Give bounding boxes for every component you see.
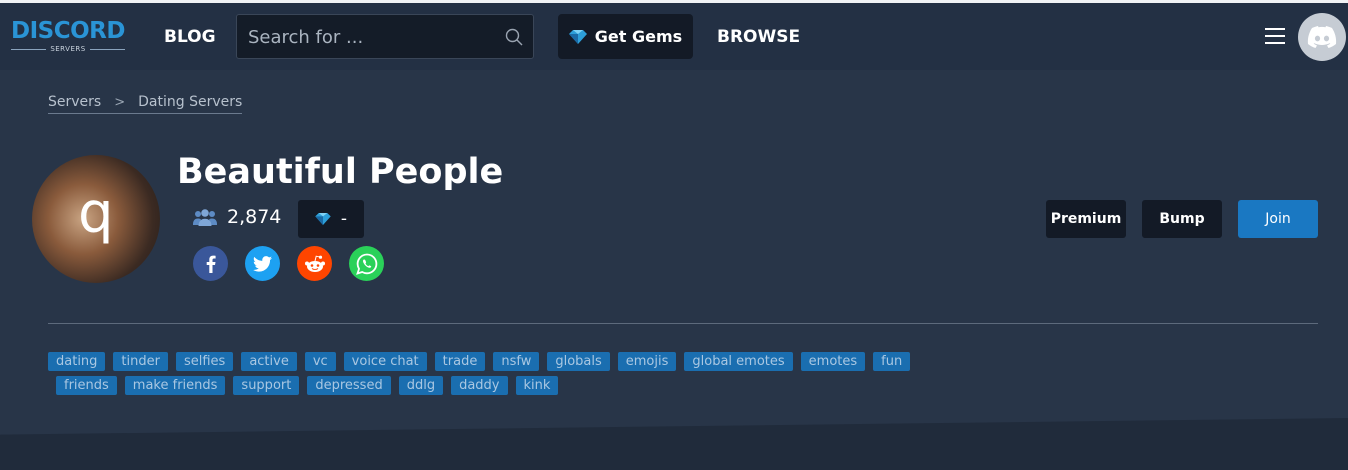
tag-chip[interactable]: vc [304,352,336,371]
tag-chip[interactable]: daddy [451,376,508,395]
share-buttons [193,246,384,281]
tag-chip[interactable]: tinder [113,352,168,371]
tag-chip[interactable]: ddlg [398,376,444,395]
whatsapp-icon [355,253,377,275]
tag-chip[interactable]: kink [515,376,559,395]
discord-icon [1307,25,1337,48]
logo-word: DISCORD [11,18,125,44]
tag-chip[interactable]: trade [434,352,486,371]
share-facebook-button[interactable] [193,246,228,281]
users-icon [193,208,217,226]
join-button[interactable]: Join [1238,200,1318,238]
menu-bar [1265,28,1285,30]
tag-chip[interactable]: support [233,376,300,395]
share-reddit-button[interactable] [297,246,332,281]
bump-button[interactable]: Bump [1142,200,1222,238]
breadcrumb: Servers > Dating Servers [48,94,243,114]
tag-chip[interactable]: emotes [800,352,866,371]
breadcrumb-dating-servers[interactable]: Dating Servers [138,94,242,110]
tag-chip[interactable]: fun [873,352,911,371]
tag-row: dating tinder selfies active vc voice chat tra… [48,352,948,371]
breadcrumb-separator: > [114,94,126,110]
share-whatsapp-button[interactable] [349,246,384,281]
user-avatar[interactable] [1298,13,1346,61]
member-count-value: 2,874 [227,206,282,228]
site-logo[interactable]: DISCORD SERVERS [11,18,125,54]
menu-icon[interactable] [1265,28,1285,45]
search-icon[interactable] [505,28,523,46]
nav-browse-link[interactable]: BROWSE [717,27,800,47]
top-navbar: DISCORD SERVERS BLOG Get Gems BROWSE [0,3,1348,70]
tag-chip[interactable]: voice chat [343,352,427,371]
search-box[interactable] [236,14,534,59]
nav-blog-link[interactable]: BLOG [164,27,216,47]
gem-icon [568,29,587,44]
server-avatar-letter: q [78,181,114,246]
menu-bar [1265,42,1285,44]
tag-chip[interactable]: emojis [617,352,677,371]
footer-band [0,418,1348,470]
get-gems-button[interactable]: Get Gems [558,14,693,59]
logo-line-right [89,48,125,50]
tag-chip[interactable]: globals [547,352,610,371]
gem-badge: - [298,200,364,238]
logo-sub-text: SERVERS [50,45,86,53]
tag-row: friends make friends support depressed ddlg d… [48,376,948,395]
logo-line-left [11,48,47,50]
server-avatar: q [32,155,160,283]
premium-button[interactable]: Premium [1046,200,1126,238]
tag-chip[interactable]: friends [56,376,117,395]
breadcrumb-servers[interactable]: Servers [48,94,101,110]
tag-chip[interactable]: make friends [124,376,226,395]
gem-count: - [340,209,348,229]
logo-subtitle: SERVERS [11,44,125,54]
tag-list: dating tinder selfies active vc voice chat tra… [48,352,948,400]
gem-icon [315,213,331,225]
share-twitter-button[interactable] [245,246,280,281]
search-input[interactable] [248,25,498,49]
tag-chip[interactable]: active [241,352,297,371]
twitter-icon [253,255,272,272]
tag-chip[interactable]: dating [48,352,106,371]
tag-chip[interactable]: global emotes [684,352,793,371]
facebook-icon [206,255,216,273]
tag-chip[interactable]: nsfw [493,352,540,371]
tag-chip[interactable]: selfies [175,352,234,371]
reddit-icon [304,255,325,272]
member-count: 2,874 [193,206,281,228]
server-title: Beautiful People [177,152,504,192]
menu-bar [1265,35,1285,37]
section-divider [48,323,1318,324]
tag-chip[interactable]: depressed [307,376,391,395]
get-gems-label: Get Gems [594,27,683,46]
